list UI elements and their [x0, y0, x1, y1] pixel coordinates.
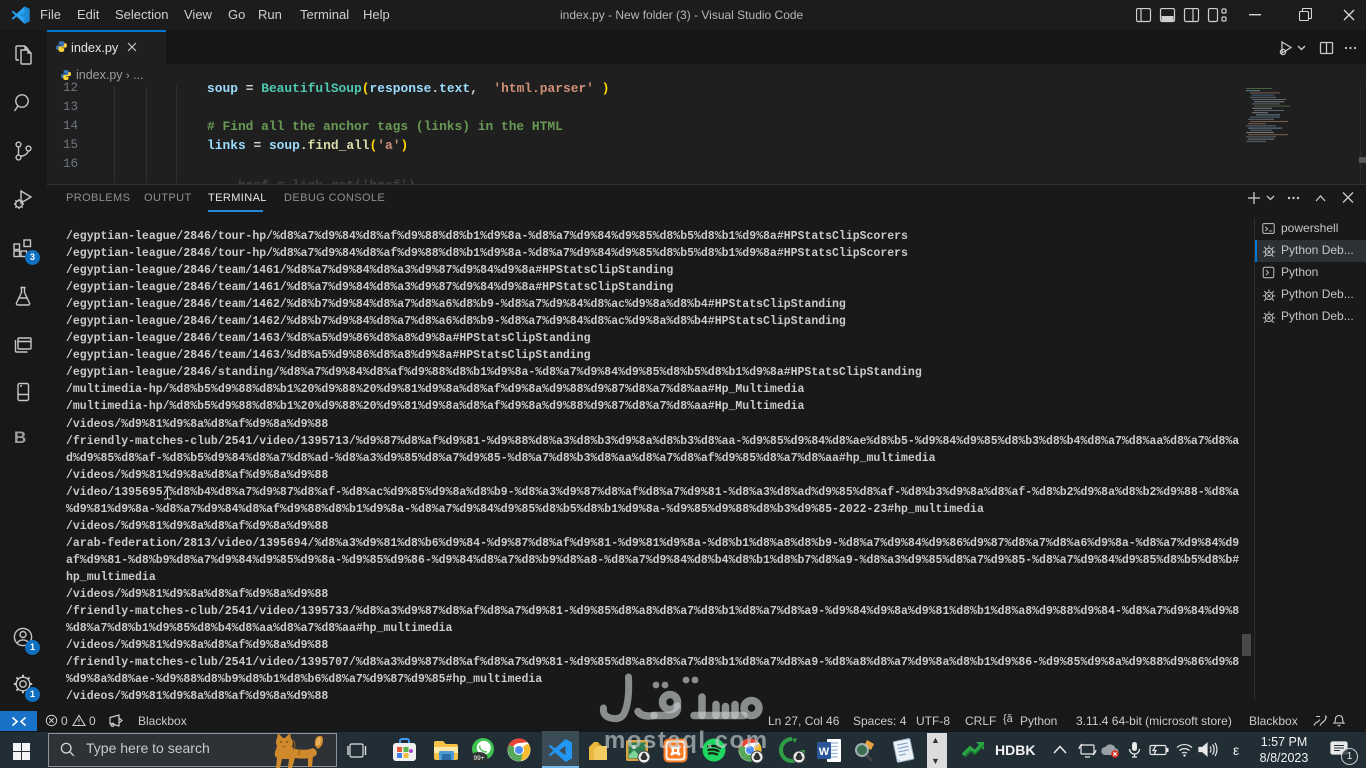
- svg-text:99+: 99+: [473, 755, 484, 762]
- svg-text:W: W: [819, 746, 830, 758]
